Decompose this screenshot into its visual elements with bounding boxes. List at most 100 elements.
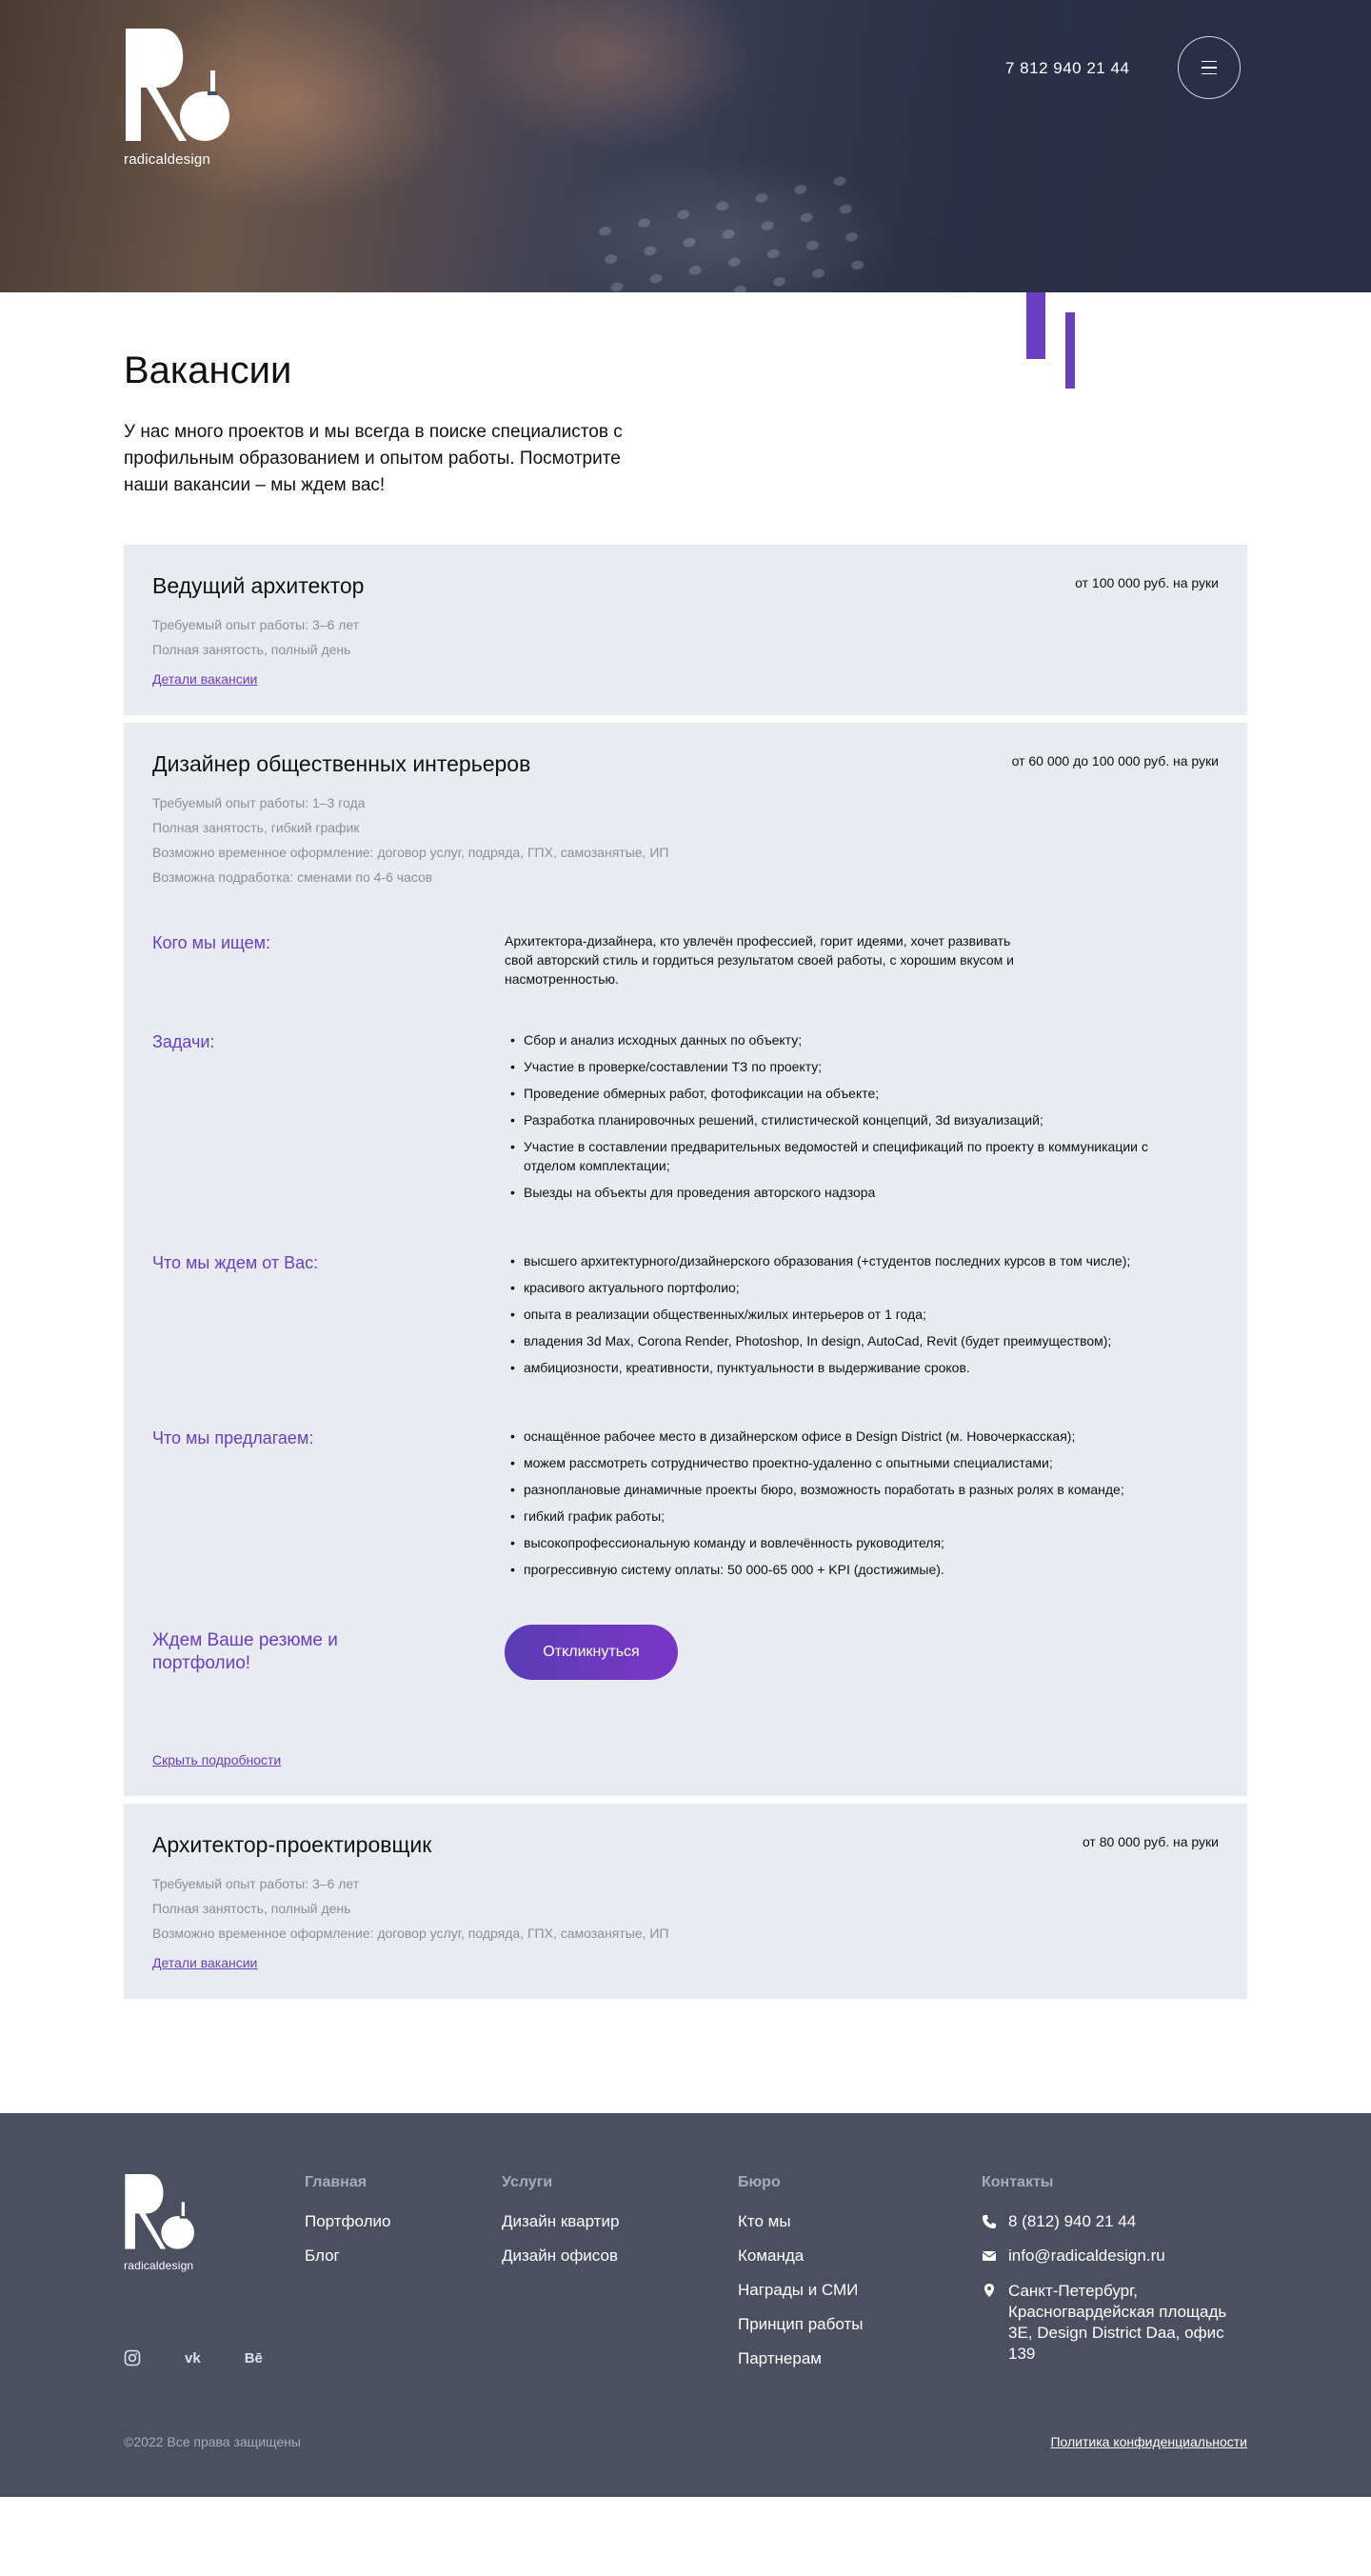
list-item: можем рассмотреть сотрудничество проектн…: [505, 1453, 1162, 1472]
footer-link[interactable]: Кто мы: [738, 2212, 863, 2231]
copyright: ©2022 Все права защищены: [124, 2434, 301, 2449]
footer-link[interactable]: Дизайн квартир: [502, 2212, 619, 2231]
apply-cta-text: Ждем Ваше резюме и портфолио!: [152, 1630, 338, 1673]
footer-logo[interactable]: radicaldesign: [124, 2174, 200, 2272]
vacancy-card-expanded: Дизайнер общественных интерьеров от 60 0…: [124, 723, 1247, 1796]
contact-phone[interactable]: 8 (812) 940 21 44: [982, 2212, 1248, 2231]
list-item: Участие в составлении предварительных ве…: [505, 1137, 1162, 1175]
footer-col-title[interactable]: Бюро: [738, 2174, 863, 2191]
footer: radicaldesign Главная Портфолио Блог Усл…: [0, 2113, 1371, 2497]
instagram-icon[interactable]: [124, 2349, 141, 2366]
list-item: опыта в реализации общественных/жилых ин…: [505, 1305, 1162, 1324]
footer-col-bureau: Бюро Кто мы Команда Награды и СМИ Принци…: [738, 2174, 863, 2384]
header-phone[interactable]: 7 812 940 21 44: [1005, 59, 1129, 78]
intro-text: У нас много проектов и мы всегда в поиск…: [124, 422, 623, 495]
list-item: высокопрофессиональную команду и вовлечё…: [505, 1533, 1162, 1552]
vacancy-meta-line: Требуемый опыт работы: 3–6 лет: [152, 617, 360, 632]
section-tasks: Задачи: Сбор и анализ исходных данных по…: [152, 1030, 1219, 1209]
intro-section: Вакансии У нас много проектов и мы всегд…: [0, 292, 1371, 499]
vacancy-details-link[interactable]: Детали вакансии: [152, 1955, 257, 1970]
apply-row: Ждем Ваше резюме и портфолио! Откликнуть…: [152, 1625, 1219, 1680]
vk-icon[interactable]: vk: [185, 2350, 201, 2366]
contact-address-text: Санкт-Петербург, Красногвардейская площа…: [1008, 2282, 1227, 2363]
vacancies-list: Ведущий архитектор от 100 000 руб. на ру…: [124, 545, 1247, 1999]
footer-link[interactable]: Дизайн офисов: [502, 2247, 619, 2266]
vacancy-meta-line: Возможна подработка: сменами по 4-6 часо…: [152, 869, 433, 885]
section-tasks-title: Задачи:: [152, 1032, 215, 1051]
contact-address: Санкт-Петербург, Красногвардейская площа…: [982, 2281, 1248, 2365]
section-tasks-list: Сбор и анализ исходных данных по объекту…: [505, 1030, 1162, 1209]
privacy-policy-link[interactable]: Политика конфиденциальности: [1050, 2434, 1247, 2449]
menu-button[interactable]: [1178, 36, 1241, 99]
mail-icon: [982, 2251, 997, 2261]
vacancy-salary: от 100 000 руб. на руки: [1075, 575, 1219, 590]
logo-text: radicaldesign: [124, 151, 210, 168]
footer-link[interactable]: Награды и СМИ: [738, 2281, 863, 2300]
list-item: Разработка планировочных решений, стилис…: [505, 1110, 1162, 1129]
apply-button[interactable]: Откликнуться: [505, 1625, 678, 1680]
list-item: высшего архитектурного/дизайнерского обр…: [505, 1251, 1162, 1270]
footer-link[interactable]: Портфолио: [305, 2212, 390, 2231]
hide-details-link[interactable]: Скрыть подробности: [152, 1752, 281, 1767]
list-item: амбициозности, креативности, пунктуально…: [505, 1358, 1162, 1377]
section-who-text: Архитектора-дизайнера, кто увлечён профе…: [505, 933, 1014, 987]
footer-link[interactable]: Блог: [305, 2247, 390, 2266]
section-offer-list: оснащённое рабочее место в дизайнерском …: [505, 1427, 1162, 1587]
vacancy-meta-line: Полная занятость, полный день: [152, 642, 351, 657]
location-pin-icon: [984, 2284, 994, 2297]
vacancy-meta-line: Полная занятость, гибкий график: [152, 820, 360, 835]
vacancy-title: Архитектор-проектировщик: [152, 1832, 432, 1857]
list-item: гибкий график работы;: [505, 1507, 1162, 1526]
footer-link[interactable]: Принцип работы: [738, 2315, 863, 2334]
section-offer: Что мы предлагаем: оснащённое рабочее ме…: [152, 1427, 1219, 1587]
section-expect-list: высшего архитектурного/дизайнерского обр…: [505, 1251, 1162, 1385]
list-item: красивого актуального портфолио;: [505, 1278, 1162, 1297]
vacancy-meta-line: Требуемый опыт работы: 3–6 лет: [152, 1876, 360, 1891]
vacancy-meta: Требуемый опыт работы: 3–6 лет Полная за…: [152, 612, 1219, 662]
vacancy-details-link[interactable]: Детали вакансии: [152, 671, 257, 687]
vacancy-meta: Требуемый опыт работы: 1–3 года Полная з…: [152, 790, 1219, 889]
vacancy-title: Ведущий архитектор: [152, 573, 365, 598]
social-links: vk Bē: [124, 2349, 263, 2366]
phone-icon: [983, 2215, 996, 2228]
contact-email[interactable]: info@radicaldesign.ru: [982, 2247, 1248, 2266]
behance-icon[interactable]: Bē: [245, 2350, 263, 2366]
footer-link[interactable]: Партнерам: [738, 2349, 863, 2368]
section-expect-title: Что мы ждем от Вас:: [152, 1253, 319, 1272]
hero-header: radicaldesign 7 812 940 21 44: [0, 0, 1371, 292]
list-item: разноплановые динамичные проекты бюро, в…: [505, 1480, 1162, 1499]
vacancy-meta-line: Полная занятость, полный день: [152, 1901, 351, 1916]
vacancy-meta-line: Требуемый опыт работы: 1–3 года: [152, 795, 366, 810]
vacancy-salary: от 60 000 до 100 000 руб. на руки: [1011, 753, 1219, 769]
list-item: Сбор и анализ исходных данных по объекту…: [505, 1030, 1162, 1049]
page-title: Вакансии: [124, 349, 292, 391]
footer-col-title[interactable]: Главная: [305, 2174, 390, 2191]
footer-col-contacts: Контакты 8 (812) 940 21 44 info@radicald…: [982, 2174, 1248, 2380]
list-item: Проведение обмерных работ, фотофиксации …: [505, 1084, 1162, 1103]
list-item: оснащённое рабочее место в дизайнерском …: [505, 1427, 1162, 1446]
list-item: прогрессивную систему оплаты: 50 000-65 …: [505, 1560, 1162, 1579]
section-expect: Что мы ждем от Вас: высшего архитектурно…: [152, 1251, 1219, 1385]
footer-col-title: Контакты: [982, 2174, 1054, 2190]
logo-mark-icon: [126, 29, 229, 141]
logo[interactable]: radicaldesign: [124, 29, 238, 168]
contact-email-text: info@radicaldesign.ru: [1008, 2247, 1165, 2265]
footer-col-services: Услуги Дизайн квартир Дизайн офисов: [502, 2174, 619, 2281]
vacancy-meta-line: Возможно временное оформление: договор у…: [152, 1926, 669, 1941]
list-item: владения 3d Max, Corona Render, Photosho…: [505, 1331, 1162, 1350]
vacancy-card: Архитектор-проектировщик от 80 000 руб. …: [124, 1804, 1247, 1999]
vacancy-salary: от 80 000 руб. на руки: [1082, 1834, 1219, 1849]
list-item: Участие в проверке/составлении ТЗ по про…: [505, 1057, 1162, 1076]
footer-link[interactable]: Команда: [738, 2247, 863, 2266]
logo-mark-icon: [125, 2174, 194, 2249]
contact-phone-text: 8 (812) 940 21 44: [1008, 2212, 1137, 2230]
list-item: Выезды на объекты для проведения авторск…: [505, 1183, 1162, 1202]
hamburger-icon: [1202, 58, 1217, 77]
vacancy-meta-line: Возможно временное оформление: договор у…: [152, 845, 669, 860]
section-who: Кого мы ищем: Архитектора-дизайнера, кто…: [152, 931, 1219, 988]
vacancy-meta: Требуемый опыт работы: 3–6 лет Полная за…: [152, 1871, 1219, 1946]
footer-logo-text: radicaldesign: [124, 2259, 194, 2272]
footer-col-title[interactable]: Услуги: [502, 2174, 619, 2191]
footer-col-main: Главная Портфолио Блог: [305, 2174, 390, 2281]
section-who-title: Кого мы ищем:: [152, 933, 271, 952]
